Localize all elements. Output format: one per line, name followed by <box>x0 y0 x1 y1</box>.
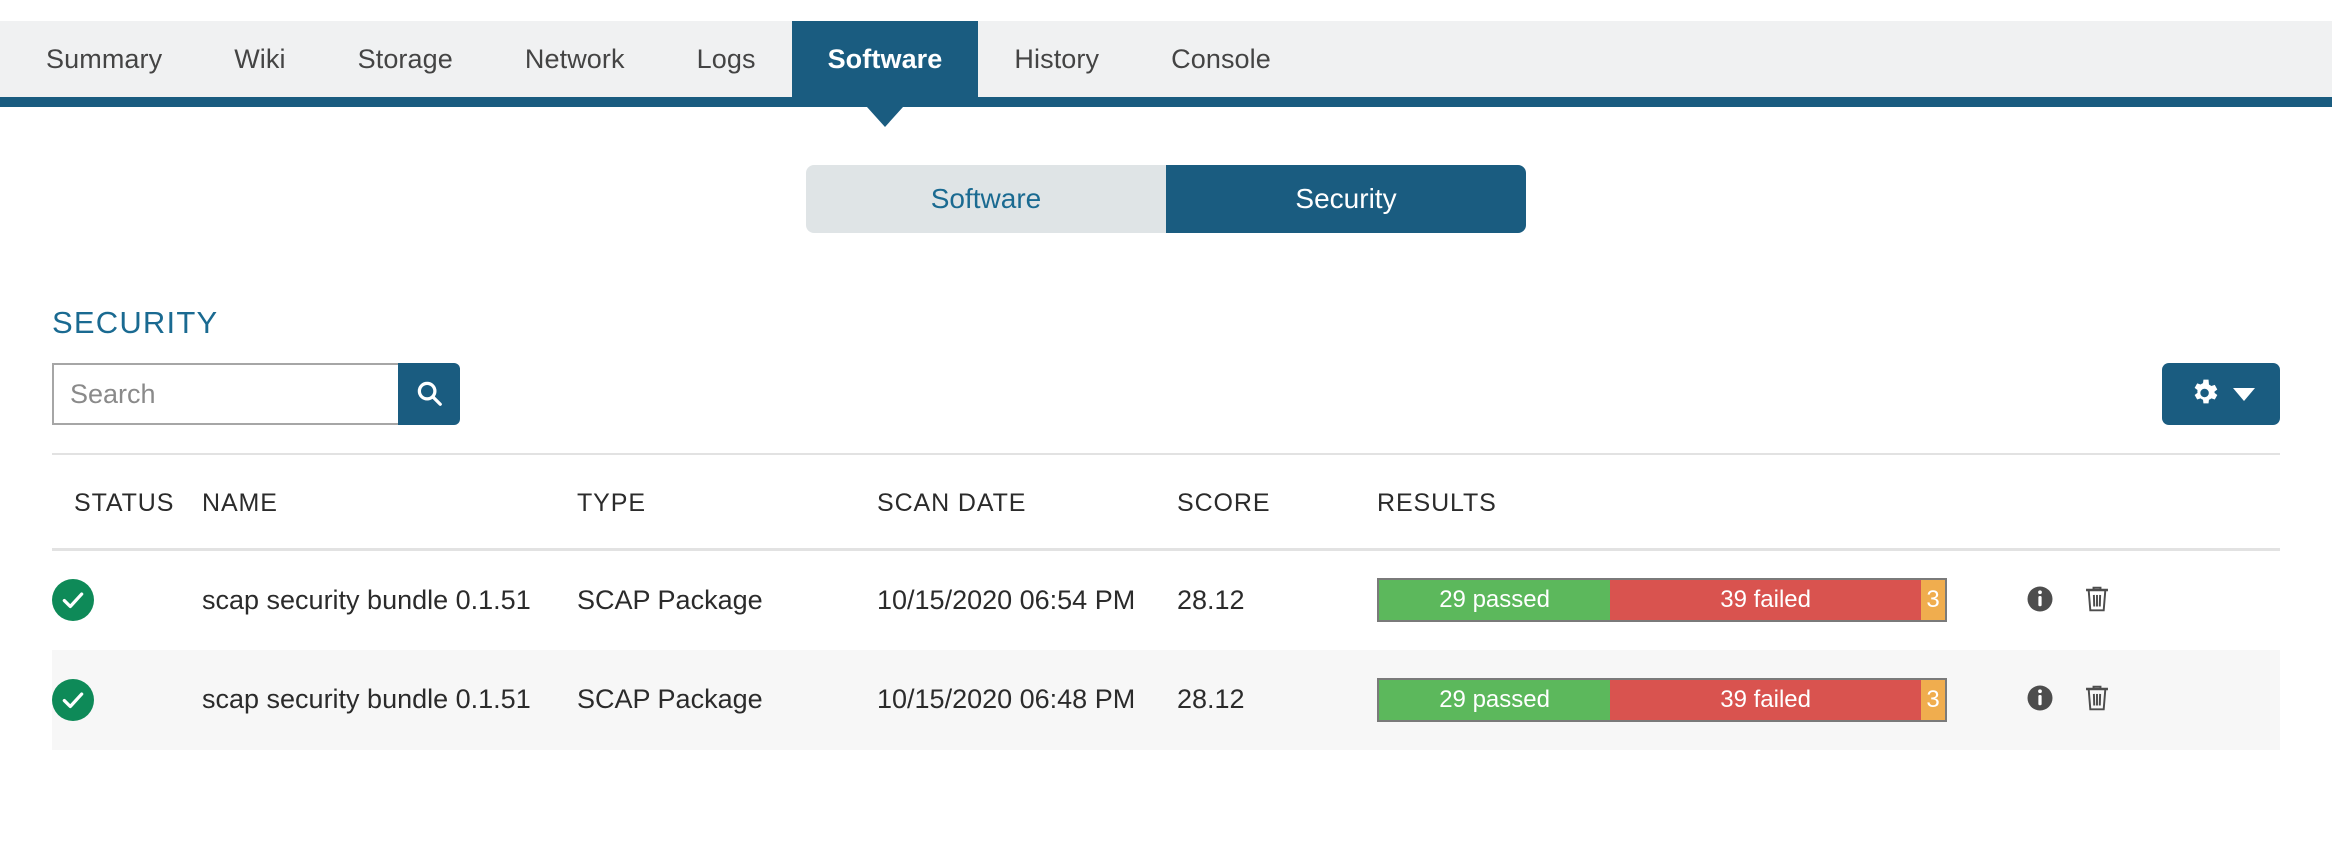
cell-score: 28.12 <box>1177 550 1377 650</box>
chevron-down-icon <box>2233 388 2255 401</box>
tab-label: Software <box>828 44 943 75</box>
security-table: STATUS NAME TYPE SCAN DATE SCORE RESULTS… <box>52 489 2280 750</box>
tab-console[interactable]: Console <box>1135 21 1307 97</box>
tab-network[interactable]: Network <box>489 21 661 97</box>
row-actions <box>2017 683 2280 716</box>
results-other-segment: 3 <box>1921 580 1945 620</box>
controls-row <box>52 363 2280 425</box>
controls-divider <box>52 453 2280 455</box>
tab-logs[interactable]: Logs <box>661 21 792 97</box>
results-failed-label: 39 failed <box>1720 686 1811 714</box>
trash-icon <box>2083 683 2111 716</box>
row-delete-button[interactable] <box>2083 683 2111 716</box>
cell-status <box>52 550 202 650</box>
tab-wiki[interactable]: Wiki <box>198 21 321 97</box>
column-header-name[interactable]: NAME <box>202 489 577 550</box>
tab-label: Wiki <box>234 44 285 75</box>
column-header-score[interactable]: SCORE <box>1177 489 1377 550</box>
info-icon <box>2025 584 2055 617</box>
column-header-actions <box>2017 489 2280 550</box>
row-actions <box>2017 584 2280 617</box>
cell-name: scap security bundle 0.1.51 <box>202 550 577 650</box>
tab-label: Console <box>1171 44 1271 75</box>
results-bar: 29 passed 39 failed 3 <box>1377 678 1947 722</box>
tabstrip-wrapper: Summary Wiki Storage Network Logs Software His… <box>0 0 2332 107</box>
cell-type: SCAP Package <box>577 550 877 650</box>
check-circle-icon <box>52 579 94 621</box>
cell-actions <box>2017 550 2280 650</box>
page-title: SECURITY <box>52 305 2280 341</box>
results-other-label: 3 <box>1926 686 1939 714</box>
table-row[interactable]: scap security bundle 0.1.51SCAP Package1… <box>52 550 2280 650</box>
cell-name: scap security bundle 0.1.51 <box>202 650 577 750</box>
results-passed-label: 29 passed <box>1439 686 1550 714</box>
search-button[interactable] <box>398 363 460 425</box>
cell-scan-date: 10/15/2020 06:48 PM <box>877 650 1177 750</box>
tab-label: Network <box>525 44 625 75</box>
tab-label: Logs <box>697 44 756 75</box>
table-header-row: STATUS NAME TYPE SCAN DATE SCORE RESULTS <box>52 489 2280 550</box>
settings-dropdown-button[interactable] <box>2162 363 2280 425</box>
column-header-status[interactable]: STATUS <box>52 489 202 550</box>
tab-label: Storage <box>358 44 453 75</box>
active-tab-caret-icon <box>867 107 903 127</box>
software-security-toggle: Software Security <box>806 165 1526 233</box>
tab-storage[interactable]: Storage <box>322 21 489 97</box>
column-header-results[interactable]: RESULTS <box>1377 489 2017 550</box>
cell-results: 29 passed 39 failed 3 <box>1377 650 2017 750</box>
row-info-button[interactable] <box>2025 683 2055 716</box>
tab-label: Summary <box>46 44 162 75</box>
cell-actions <box>2017 650 2280 750</box>
results-other-segment: 3 <box>1921 680 1945 720</box>
subtab-software[interactable]: Software <box>806 165 1166 233</box>
cell-scan-date: 10/15/2020 06:54 PM <box>877 550 1177 650</box>
results-other-label: 3 <box>1926 586 1939 614</box>
tab-software[interactable]: Software <box>792 21 979 97</box>
row-delete-button[interactable] <box>2083 584 2111 617</box>
column-header-scan-date[interactable]: SCAN DATE <box>877 489 1177 550</box>
cell-type: SCAP Package <box>577 650 877 750</box>
table-row[interactable]: scap security bundle 0.1.51SCAP Package1… <box>52 650 2280 750</box>
gear-icon <box>2187 376 2221 413</box>
trash-icon <box>2083 584 2111 617</box>
cell-results: 29 passed 39 failed 3 <box>1377 550 2017 650</box>
results-bar: 29 passed 39 failed 3 <box>1377 578 1947 622</box>
search-input[interactable] <box>52 363 398 425</box>
cell-status <box>52 650 202 750</box>
results-passed-label: 29 passed <box>1439 586 1550 614</box>
subtab-security[interactable]: Security <box>1166 165 1526 233</box>
subtab-toggle-row: Software Security <box>0 165 2332 233</box>
primary-tabbar: Summary Wiki Storage Network Logs Software His… <box>0 21 2332 97</box>
results-passed-segment: 29 passed <box>1379 580 1610 620</box>
subtab-software-label: Software <box>931 183 1042 215</box>
search-icon <box>414 378 444 411</box>
results-failed-segment: 39 failed <box>1610 580 1921 620</box>
subtab-security-label: Security <box>1295 183 1396 215</box>
tab-summary[interactable]: Summary <box>10 21 198 97</box>
security-section: SECURITY <box>0 305 2332 750</box>
results-failed-label: 39 failed <box>1720 586 1811 614</box>
results-failed-segment: 39 failed <box>1610 680 1921 720</box>
column-header-type[interactable]: TYPE <box>577 489 877 550</box>
cell-score: 28.12 <box>1177 650 1377 750</box>
row-info-button[interactable] <box>2025 584 2055 617</box>
results-passed-segment: 29 passed <box>1379 680 1610 720</box>
check-circle-icon <box>52 679 94 721</box>
tabbar-underline <box>0 97 2332 107</box>
search-container <box>52 363 460 425</box>
info-icon <box>2025 683 2055 716</box>
tab-label: History <box>1014 44 1099 75</box>
tab-history[interactable]: History <box>978 21 1135 97</box>
